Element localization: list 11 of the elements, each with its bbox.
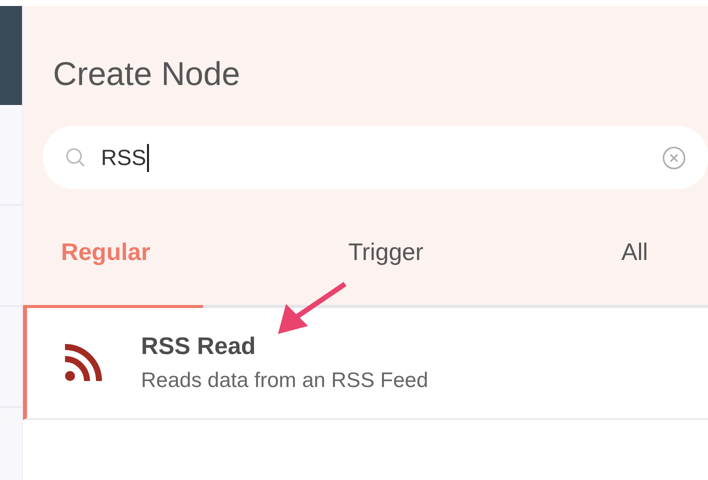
rss-icon xyxy=(63,343,103,383)
panel-title: Create Node xyxy=(53,54,242,94)
search-field[interactable]: RSS xyxy=(43,126,708,189)
node-name: RSS Read xyxy=(141,333,257,361)
search-icon xyxy=(65,146,87,168)
tab[interactable]: All xyxy=(621,239,648,267)
tab[interactable]: Trigger xyxy=(348,239,424,267)
search-text: RSS xyxy=(101,144,150,172)
annotation-arrow xyxy=(278,282,346,334)
node-description: Reads data from an RSS Feed xyxy=(141,369,428,393)
clear-icon[interactable] xyxy=(662,146,686,170)
